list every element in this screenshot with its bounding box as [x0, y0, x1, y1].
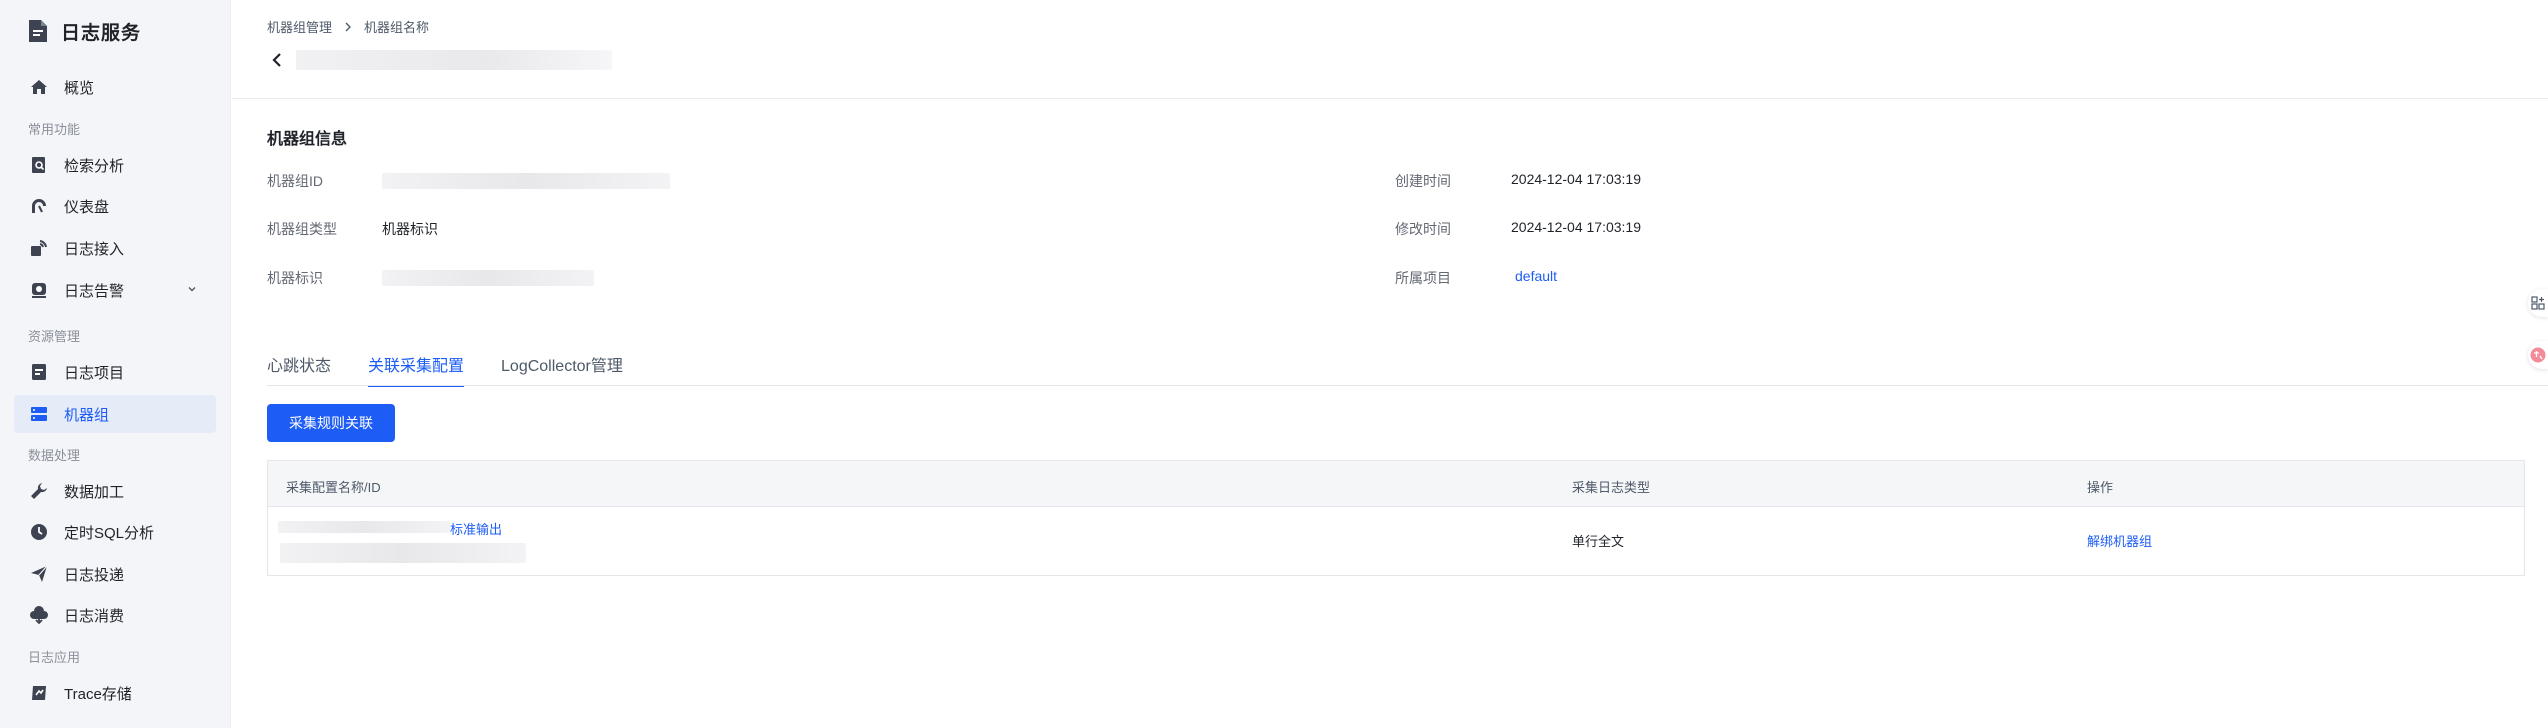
server-group-icon [29, 404, 49, 424]
modified-time-value: 2024-12-04 17:03:19 [1511, 219, 1641, 235]
sidebar-item-log-project[interactable]: 日志项目 [14, 353, 216, 391]
sidebar-item-label: 日志接入 [64, 240, 125, 258]
breadcrumb-parent-link[interactable]: 机器组管理 [267, 17, 332, 36]
sidebar-item-log-ingest[interactable]: 日志接入 [14, 229, 216, 267]
page-title-redacted [296, 50, 612, 70]
log-service-logo-icon [29, 20, 47, 42]
sidebar-item-label: Trace存储 [64, 685, 132, 703]
home-icon [29, 77, 49, 97]
log-type-value: 单行全文 [1572, 534, 1625, 549]
brand[interactable]: 日志服务 [27, 16, 141, 46]
page-title-row [272, 50, 612, 70]
chevron-down-icon[interactable] [186, 283, 198, 295]
floating-tool-grid[interactable] [2528, 289, 2548, 317]
section-data-processing: 数据处理 [28, 448, 81, 463]
sidebar-item-label: 数据加工 [64, 483, 125, 501]
clock-icon [29, 522, 49, 542]
sidebar-item-log-alarm[interactable]: 日志告警 [14, 271, 216, 309]
breadcrumb: 机器组管理 机器组名称 [267, 17, 429, 36]
wrench-icon [29, 481, 49, 501]
sidebar-item-dashboard[interactable]: 仪表盘 [14, 187, 216, 225]
project-label: 所属项目 [1395, 270, 1451, 286]
sidebar-item-label: 仪表盘 [64, 198, 110, 216]
project-link[interactable]: default [1515, 268, 1557, 284]
tab-associated-collection-config[interactable]: 关联采集配置 [368, 352, 465, 387]
config-name-link[interactable]: 标准输出 [450, 519, 502, 538]
table-header: 采集配置名称/ID 采集日志类型 操作 [268, 461, 2524, 507]
column-header-log-type: 采集日志类型 [1572, 480, 1651, 495]
tab-logcollector-management[interactable]: LogCollector管理 [501, 352, 623, 386]
sidebar-item-scheduled-sql[interactable]: 定时SQL分析 [14, 513, 216, 551]
sidebar-item-label: 日志项目 [64, 364, 125, 382]
sidebar-item-search-analysis[interactable]: 检索分析 [14, 146, 216, 184]
app-title: 日志服务 [61, 22, 142, 44]
modified-time-label: 修改时间 [1395, 221, 1451, 237]
tab-bar: 心跳状态 关联采集配置 LogCollector管理 [267, 352, 660, 387]
column-header-name: 采集配置名称/ID [286, 480, 381, 495]
tab-heartbeat-status[interactable]: 心跳状态 [267, 352, 331, 386]
machine-identifier-label: 机器标识 [267, 270, 323, 286]
sidebar-item-log-consume[interactable]: 日志消费 [14, 596, 216, 634]
machine-group-type-label: 机器组类型 [267, 221, 337, 237]
config-id-redacted [280, 543, 526, 563]
tabs-divider [267, 385, 2548, 386]
sidebar-item-label: 概览 [64, 79, 95, 97]
sidebar-item-log-shipping[interactable]: 日志投递 [14, 555, 216, 593]
sidebar-item-label: 日志投递 [64, 566, 125, 584]
translate-icon [2530, 347, 2546, 363]
search-document-icon [29, 155, 49, 175]
sidebar-item-overview[interactable]: 概览 [14, 68, 216, 106]
created-time-value: 2024-12-04 17:03:19 [1511, 171, 1641, 187]
send-icon [29, 564, 49, 584]
section-common: 常用功能 [28, 122, 81, 137]
floating-tool-translate[interactable] [2528, 341, 2548, 369]
project-icon [29, 362, 49, 382]
machine-group-id-value-redacted [382, 173, 670, 189]
column-header-operations: 操作 [2087, 480, 2114, 495]
sidebar-item-label: 定时SQL分析 [64, 524, 155, 542]
cloud-icon [29, 605, 49, 625]
collection-config-table: 采集配置名称/ID 采集日志类型 操作 标准输出 单行全文 解绑机器组 [267, 460, 2525, 576]
sidebar-item-label: 日志消费 [64, 607, 125, 625]
bind-collection-rule-button[interactable]: 采集规则关联 [267, 404, 395, 442]
unbind-machine-group-link[interactable]: 解绑机器组 [2087, 531, 2152, 550]
sidebar-item-label: 日志告警 [64, 282, 125, 300]
sidebar-item-machine-group[interactable]: 机器组 [14, 395, 216, 433]
dashboard-icon [29, 196, 49, 216]
info-section-title: 机器组信息 [267, 131, 348, 148]
sidebar-item-data-processing[interactable]: 数据加工 [14, 472, 216, 510]
chevron-right-icon [345, 22, 352, 31]
breadcrumb-current: 机器组名称 [364, 20, 430, 35]
config-name-redacted [278, 521, 450, 533]
header-divider [232, 98, 2548, 99]
sidebar-item-label: 机器组 [64, 406, 110, 424]
back-arrow-icon[interactable] [272, 53, 282, 67]
machine-identifier-value-redacted [382, 270, 594, 286]
sidebar-item-trace-storage[interactable]: Trace存储 [14, 674, 216, 712]
created-time-label: 创建时间 [1395, 173, 1451, 189]
alarm-icon [29, 280, 49, 300]
log-ingest-icon [29, 238, 49, 258]
machine-group-type-value: 机器标识 [382, 221, 438, 237]
trace-icon [29, 683, 49, 703]
sidebar-item-label: 检索分析 [64, 157, 125, 175]
section-log-apps: 日志应用 [28, 650, 81, 665]
sidebar: 日志服务 概览 常用功能 检索分析 仪表盘 日志接入 日志告警 资源管理 日志项… [0, 0, 231, 728]
machine-group-id-label: 机器组ID [267, 173, 323, 189]
section-resources: 资源管理 [28, 329, 81, 344]
qr-grid-icon [2531, 296, 2545, 310]
